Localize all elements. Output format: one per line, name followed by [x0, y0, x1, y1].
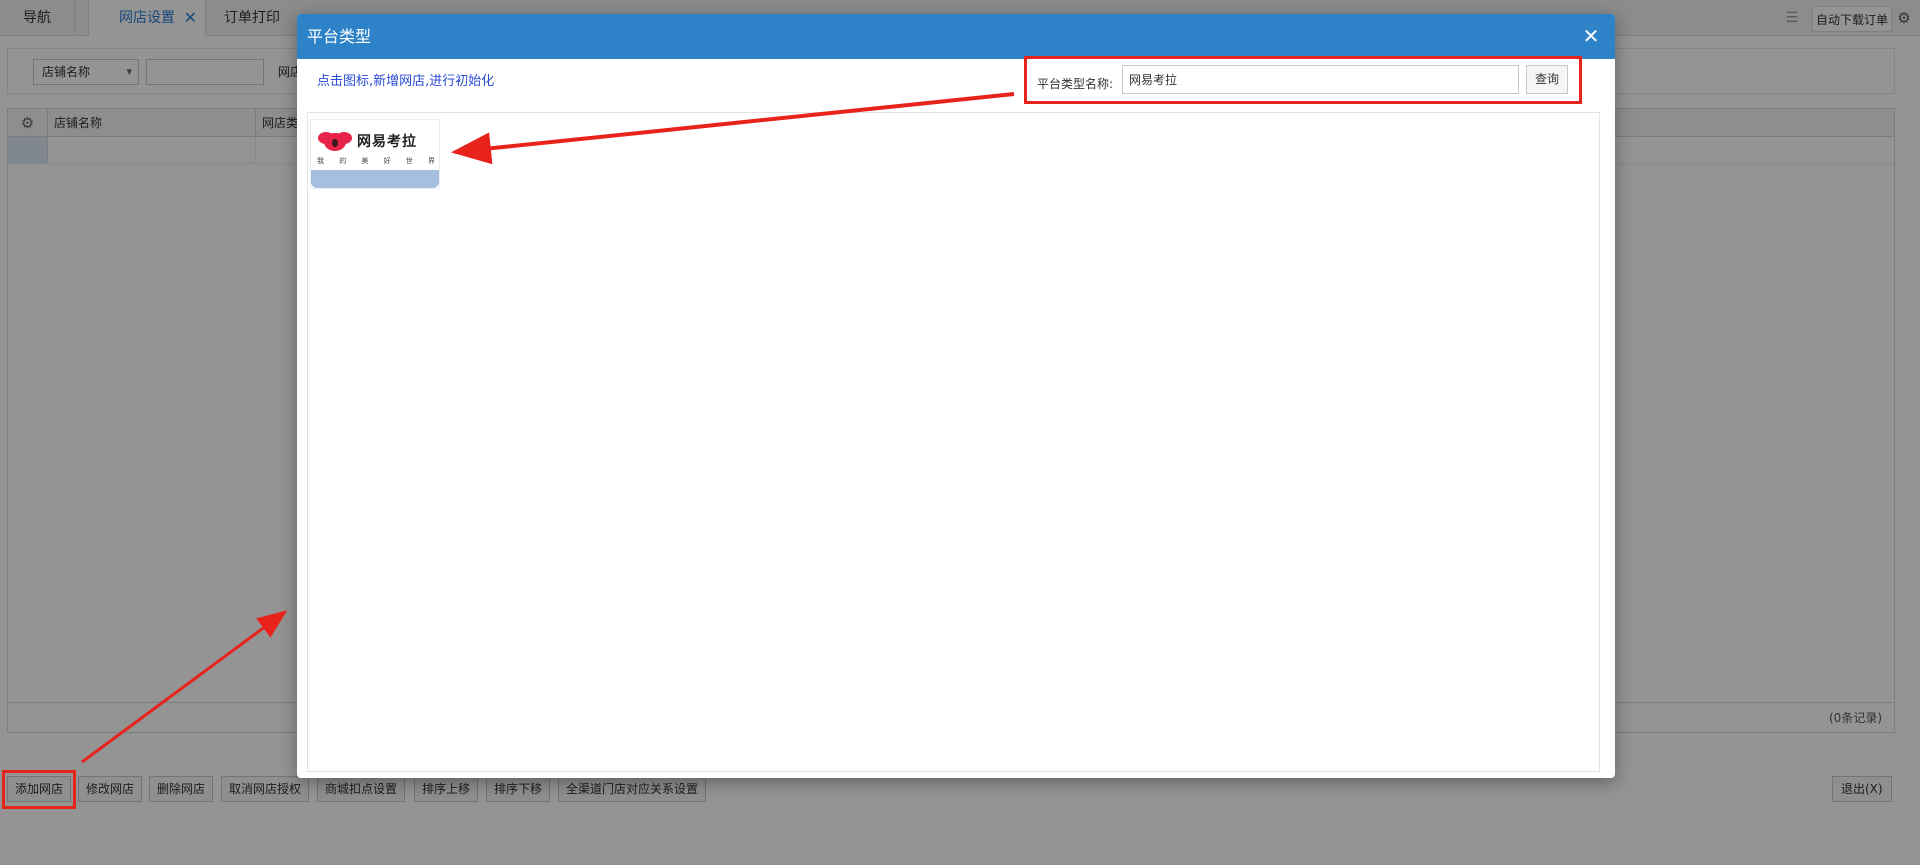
slogan-char: 美	[361, 157, 369, 165]
slogan-char: 界	[427, 157, 435, 165]
platform-card-kaola[interactable]: 网易考拉 我 的 美 好 世 界	[310, 119, 440, 189]
kaola-logo: 网易考拉 我 的 美 好 世 界	[311, 120, 439, 170]
platform-list: 网易考拉 我 的 美 好 世 界	[307, 112, 1600, 772]
close-icon[interactable]: ✕	[1577, 22, 1605, 50]
slogan-char: 的	[339, 157, 347, 165]
logo-bottom-strip	[311, 170, 439, 188]
slogan-char: 好	[383, 157, 391, 165]
platform-type-dialog: 平台类型 ✕ 点击图标,新增网店,进行初始化 平台类型名称: 查询 网易考拉 我…	[297, 14, 1615, 778]
search-highlight-box	[1024, 56, 1582, 104]
dialog-title: 平台类型	[307, 27, 372, 46]
slogan-char: 我	[317, 157, 324, 165]
add-shop-highlight-box	[2, 770, 76, 809]
platform-slogan: 我 的 美 好 世 界	[317, 156, 435, 166]
dialog-header: 平台类型 ✕	[297, 14, 1615, 59]
koala-icon	[318, 132, 352, 151]
platform-name: 网易考拉	[357, 134, 417, 150]
dialog-hint-text: 点击图标,新增网店,进行初始化	[317, 74, 495, 89]
slogan-char: 世	[405, 157, 413, 165]
